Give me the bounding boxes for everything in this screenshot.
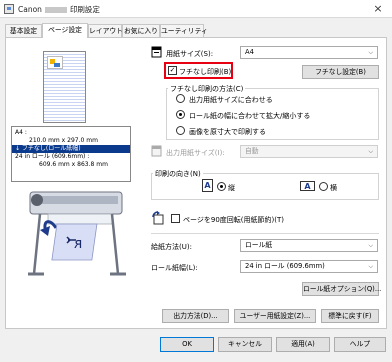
roll-width-value: 24 in ロール (609.6mm) xyxy=(245,262,325,270)
tab-layout[interactable]: レイアウト xyxy=(88,24,123,37)
feed-method-value: ロール紙 xyxy=(245,241,273,249)
page-size-label: 用紙サイズ(S): xyxy=(166,50,214,58)
page-size-select[interactable]: A4 ⌵ xyxy=(240,46,378,59)
chevron-down-icon: ⌵ xyxy=(368,263,373,270)
highlight-frame xyxy=(164,62,233,79)
svg-text:ᴙ: ᴙ xyxy=(74,236,82,252)
page-setup-panel: A4 : 210.0 mm x 297.0 mm ↓ フチなし(ロール紙幅) 2… xyxy=(5,37,387,329)
media-source-dims: 210.0 mm x 297.0 mm xyxy=(29,137,98,144)
rotate-page-icon xyxy=(152,211,164,225)
output-method-button[interactable]: 出力方法(D)... xyxy=(162,309,229,323)
chevron-down-icon: ⌵ xyxy=(368,242,373,249)
fit-roll-width-radio[interactable] xyxy=(176,110,185,119)
preview-page xyxy=(43,51,86,123)
feed-method-label: 給紙方法(U): xyxy=(151,243,192,251)
actual-size-radio[interactable] xyxy=(176,126,185,135)
rotate90-label: ページを90度回転(用紙節約)(T) xyxy=(183,216,284,224)
tab-strip: 基本設定 ページ設定 レイアウト お気に入り ユーティリティ xyxy=(5,23,385,38)
restore-defaults-button[interactable]: 標準に戻す(F) xyxy=(321,309,379,323)
media-roll-dims: 609.6 mm x 863.8 mm xyxy=(39,161,108,168)
actual-size-label: 画像を原寸大で印刷する xyxy=(189,128,266,136)
portrait-icon: A xyxy=(202,179,213,192)
landscape-label: 横 xyxy=(330,184,337,192)
window-title: Canon 印刷設定 xyxy=(18,4,100,15)
orientation-title: 印刷の向き(N) xyxy=(153,169,203,179)
tab-page-setup[interactable]: ページ設定 xyxy=(42,23,88,38)
app-printer-icon xyxy=(4,4,14,14)
media-info-box: A4 : 210.0 mm x 297.0 mm ↓ フチなし(ロール紙幅) 2… xyxy=(11,126,131,182)
output-size-label: 出力用紙サイズ(I): xyxy=(166,149,225,157)
fit-roll-width-label: ロール紙の幅に合わせて拡大/縮小する xyxy=(189,112,311,120)
output-size-icon xyxy=(151,145,162,157)
roll-width-select[interactable]: 24 in ロール (609.6mm) ⌵ xyxy=(240,260,378,273)
landscape-radio[interactable] xyxy=(319,182,328,191)
close-icon[interactable]: × xyxy=(364,0,392,18)
printer-illustration: ᴙ xyxy=(28,191,126,276)
media-source-size: A4 : xyxy=(15,129,27,136)
tab-favorites[interactable]: お気に入り xyxy=(122,24,160,37)
portrait-radio[interactable] xyxy=(217,182,226,191)
title-bar: Canon 印刷設定 × xyxy=(0,0,392,18)
chevron-down-icon: ⌵ xyxy=(368,148,373,155)
roll-options-button[interactable]: ロール紙オプション(Q)... xyxy=(302,282,381,296)
preview-image-icon xyxy=(47,56,63,69)
custom-paper-size-button[interactable]: ユーザー用紙設定(Z)... xyxy=(234,309,316,323)
title-redacted-model xyxy=(44,7,67,13)
borderless-settings-button[interactable]: フチなし設定(B) xyxy=(302,65,379,79)
tab-basic-settings[interactable]: 基本設定 xyxy=(5,24,42,37)
landscape-icon: A xyxy=(300,181,315,191)
tab-utility[interactable]: ユーティリティ xyxy=(160,24,208,37)
output-size-value: 自動 xyxy=(245,147,259,155)
apply-button[interactable]: 適用(A) xyxy=(276,337,330,352)
ok-button[interactable]: OK xyxy=(160,337,214,352)
cancel-button[interactable]: キャンセル xyxy=(218,337,272,352)
page-size-icon xyxy=(151,46,162,58)
borderless-method-title: フチなし印刷の方法(C) xyxy=(168,84,246,94)
feed-method-select[interactable]: ロール紙 ⌵ xyxy=(240,239,378,252)
media-mode-selected: ↓ フチなし(ロール紙幅) xyxy=(12,145,130,153)
portrait-label: 縦 xyxy=(228,184,235,192)
help-button[interactable]: ヘルプ xyxy=(334,337,386,352)
page-size-value: A4 xyxy=(245,48,254,56)
output-size-select[interactable]: 自動 ⌵ xyxy=(240,145,378,158)
title-brand: Canon xyxy=(18,5,42,14)
fit-output-size-radio[interactable] xyxy=(176,94,185,103)
title-label: 印刷設定 xyxy=(69,5,100,14)
fit-output-size-label: 出力用紙サイズに合わせる xyxy=(189,96,273,104)
chevron-down-icon: ⌵ xyxy=(368,49,373,56)
rotate90-checkbox[interactable] xyxy=(171,214,180,223)
divider xyxy=(151,233,379,234)
roll-width-label: ロール紙幅(L): xyxy=(151,264,198,272)
media-roll-size: 24 in ロール (609.6mm) : xyxy=(15,153,90,160)
